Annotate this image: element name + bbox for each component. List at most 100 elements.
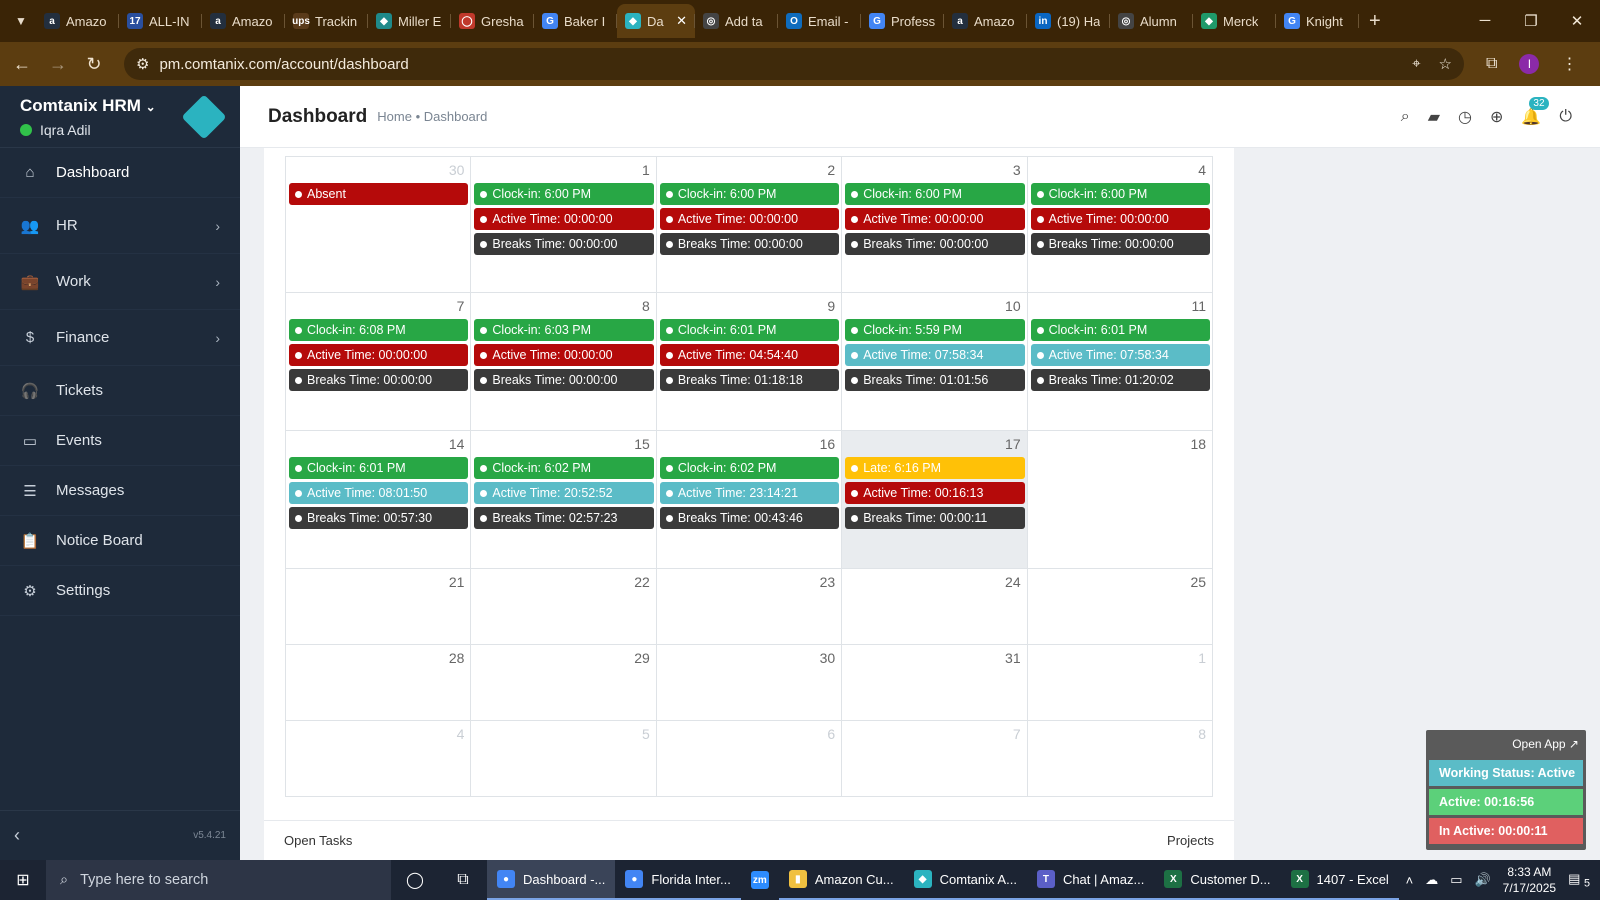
new-tab-button[interactable]: + xyxy=(1369,10,1393,33)
calendar-day[interactable]: 7 xyxy=(842,721,1028,797)
calendar-event-clockin[interactable]: Clock-in: 6:00 PM xyxy=(845,183,1025,205)
browser-menu-icon[interactable]: ⋮ xyxy=(1561,54,1577,74)
browser-tab[interactable]: ◯ Gresha xyxy=(451,4,534,38)
taskbar-app[interactable]: ◆ Comtanix A... xyxy=(903,860,1027,900)
taskbar-app[interactable]: ● Dashboard -... xyxy=(487,860,616,900)
taskbar-app[interactable]: ▮ Amazon Cu... xyxy=(778,860,904,900)
calendar-event-active-red[interactable]: Active Time: 00:00:00 xyxy=(1030,208,1211,230)
browser-tab[interactable]: G Profess xyxy=(861,4,944,38)
browser-tab[interactable]: O Email - xyxy=(778,4,861,38)
browser-tab[interactable]: a Amazo xyxy=(202,4,285,38)
open-app-link[interactable]: Open App ↗ xyxy=(1429,733,1583,757)
calendar-day[interactable]: 23 xyxy=(656,569,843,645)
network-icon[interactable]: ▭ xyxy=(1450,872,1462,888)
calendar-day[interactable]: 21 xyxy=(286,569,472,645)
taskbar-app[interactable]: X Customer D... xyxy=(1154,860,1281,900)
calendar-day[interactable]: 24 xyxy=(842,569,1028,645)
forward-button[interactable]: → xyxy=(40,54,76,75)
calendar-event-breaks[interactable]: Breaks Time: 00:00:11 xyxy=(845,507,1025,529)
cortana-icon[interactable]: ◯ xyxy=(391,870,439,890)
calendar-event-clockin[interactable]: Clock-in: 5:59 PM xyxy=(845,319,1025,341)
add-circle-icon[interactable]: ⊕ xyxy=(1490,107,1503,127)
notification-center-icon[interactable]: ▤ 5 xyxy=(1568,871,1590,890)
calendar-day[interactable]: 22 xyxy=(471,569,657,645)
power-icon[interactable]: ⏻ xyxy=(1559,108,1572,126)
calendar-day[interactable]: 30 xyxy=(656,645,843,721)
bookmark-star-icon[interactable]: ☆ xyxy=(1439,55,1452,73)
sidebar-item-settings[interactable]: ⚙ Settings xyxy=(0,566,240,616)
location-icon[interactable]: ⌖ xyxy=(1412,55,1420,73)
calendar-event-breaks[interactable]: Breaks Time: 00:00:00 xyxy=(659,233,840,255)
calendar-day[interactable]: 16 Clock-in: 6:02 PM Active Time: 23:14:21… xyxy=(656,431,843,569)
chevron-up-icon[interactable]: ˄ xyxy=(1406,873,1414,888)
sidebar-item-notice-board[interactable]: 📋 Notice Board xyxy=(0,516,240,566)
calendar-day[interactable]: 5 xyxy=(471,721,657,797)
calendar-event-breaks[interactable]: Breaks Time: 00:00:00 xyxy=(289,369,469,391)
calendar-event-clockin[interactable]: Clock-in: 6:01 PM xyxy=(659,319,840,341)
calendar-day[interactable]: 7 Clock-in: 6:08 PM Active Time: 00:00:00 B… xyxy=(286,293,472,431)
calendar-day[interactable]: 1 xyxy=(1027,645,1214,721)
browser-tab[interactable]: 17 ALL-IN xyxy=(119,4,202,38)
calendar-day[interactable]: 6 xyxy=(656,721,843,797)
calendar-event-breaks[interactable]: Breaks Time: 01:18:18 xyxy=(659,369,840,391)
calendar-day[interactable]: 29 xyxy=(471,645,657,721)
close-window-button[interactable]: ✕ xyxy=(1554,12,1600,30)
notifications-button[interactable]: 🔔 32 xyxy=(1521,96,1549,127)
calendar-event-active-teal[interactable]: Active Time: 08:01:50 xyxy=(289,482,469,504)
taskbar-app[interactable]: ● Florida Inter... xyxy=(615,860,741,900)
calendar-event-active-teal[interactable]: Active Time: 20:52:52 xyxy=(474,482,654,504)
sticky-note-icon[interactable]: ▰ xyxy=(1428,107,1440,127)
calendar-event-active-red[interactable]: Active Time: 00:00:00 xyxy=(474,208,654,230)
profile-avatar[interactable]: I xyxy=(1519,54,1540,74)
sidebar-item-events[interactable]: ▭ Events xyxy=(0,416,240,466)
calendar-event-breaks[interactable]: Breaks Time: 00:00:00 xyxy=(474,369,654,391)
calendar-day[interactable]: 4 Clock-in: 6:00 PM Active Time: 00:00:00 B… xyxy=(1027,157,1214,293)
calendar-day[interactable]: 11 Clock-in: 6:01 PM Active Time: 07:58:34… xyxy=(1027,293,1214,431)
volume-icon[interactable]: 🔊 xyxy=(1474,872,1490,888)
breadcrumb-home[interactable]: Home xyxy=(377,109,412,124)
calendar-day[interactable]: 1 Clock-in: 6:00 PM Active Time: 00:00:00 B… xyxy=(471,157,657,293)
calendar-event-clockin[interactable]: Clock-in: 6:01 PM xyxy=(1030,319,1211,341)
sidebar-item-finance[interactable]: $ Finance › xyxy=(0,310,240,366)
search-icon[interactable]: ⌕ xyxy=(1401,108,1410,126)
calendar-event-active-red[interactable]: Active Time: 00:16:13 xyxy=(845,482,1025,504)
calendar-event-active-red[interactable]: Active Time: 00:00:00 xyxy=(845,208,1025,230)
calendar-day[interactable]: 8 xyxy=(1027,721,1214,797)
calendar-event-late[interactable]: Late: 6:16 PM xyxy=(845,457,1025,479)
calendar-event-clockin[interactable]: Clock-in: 6:00 PM xyxy=(474,183,654,205)
calendar-event-active-red[interactable]: Active Time: 04:54:40 xyxy=(659,344,840,366)
calendar-day[interactable]: 28 xyxy=(286,645,472,721)
calendar-event-breaks[interactable]: Breaks Time: 00:00:00 xyxy=(1030,233,1211,255)
calendar-event-clockin[interactable]: Clock-in: 6:02 PM xyxy=(659,457,840,479)
sidebar-item-work[interactable]: 💼 Work › xyxy=(0,254,240,310)
calendar-event-clockin[interactable]: Clock-in: 6:02 PM xyxy=(474,457,654,479)
calendar-event-active-teal[interactable]: Active Time: 07:58:34 xyxy=(1030,344,1211,366)
browser-tab[interactable]: ◎ Add ta xyxy=(695,4,778,38)
site-info-icon[interactable]: ⚙ xyxy=(136,55,149,73)
calendar-event-active-teal[interactable]: Active Time: 07:58:34 xyxy=(845,344,1025,366)
calendar-day[interactable]: 18 xyxy=(1027,431,1214,569)
calendar-day[interactable]: 2 Clock-in: 6:00 PM Active Time: 00:00:00 B… xyxy=(656,157,843,293)
tab-search-button[interactable]: ▼ xyxy=(6,6,36,36)
calendar-event-active-red[interactable]: Active Time: 00:00:00 xyxy=(474,344,654,366)
browser-tab[interactable]: ups Trackin xyxy=(285,4,368,38)
browser-tab[interactable]: a Amazo xyxy=(36,4,119,38)
taskbar-search[interactable]: ⌕ Type here to search xyxy=(46,860,391,900)
calendar-day[interactable]: 25 xyxy=(1027,569,1214,645)
calendar-event-breaks[interactable]: Breaks Time: 00:57:30 xyxy=(289,507,469,529)
calendar-event-clockin[interactable]: Clock-in: 6:00 PM xyxy=(1030,183,1211,205)
calendar-event-absent[interactable]: Absent xyxy=(289,183,469,205)
calendar-day[interactable]: 4 xyxy=(286,721,472,797)
sidebar-item-tickets[interactable]: 🎧 Tickets xyxy=(0,366,240,416)
calendar-event-breaks[interactable]: Breaks Time: 00:43:46 xyxy=(659,507,840,529)
calendar-event-active-red[interactable]: Active Time: 00:00:00 xyxy=(289,344,469,366)
calendar-day[interactable]: 10 Clock-in: 5:59 PM Active Time: 07:58:34… xyxy=(842,293,1028,431)
browser-tab[interactable]: G Knight xyxy=(1276,4,1359,38)
calendar-day[interactable]: 14 Clock-in: 6:01 PM Active Time: 08:01:50… xyxy=(286,431,472,569)
minimize-button[interactable]: ─ xyxy=(1462,12,1508,30)
calendar-event-breaks[interactable]: Breaks Time: 00:00:00 xyxy=(474,233,654,255)
system-clock[interactable]: 8:33 AM 7/17/2025 xyxy=(1503,864,1556,896)
browser-tab[interactable]: ◎ Alumn xyxy=(1110,4,1193,38)
calendar-event-active-red[interactable]: Active Time: 00:00:00 xyxy=(659,208,840,230)
url-bar[interactable]: ⚙ pm.comtanix.com/account/dashboard ⌖ ☆ xyxy=(124,48,1464,80)
